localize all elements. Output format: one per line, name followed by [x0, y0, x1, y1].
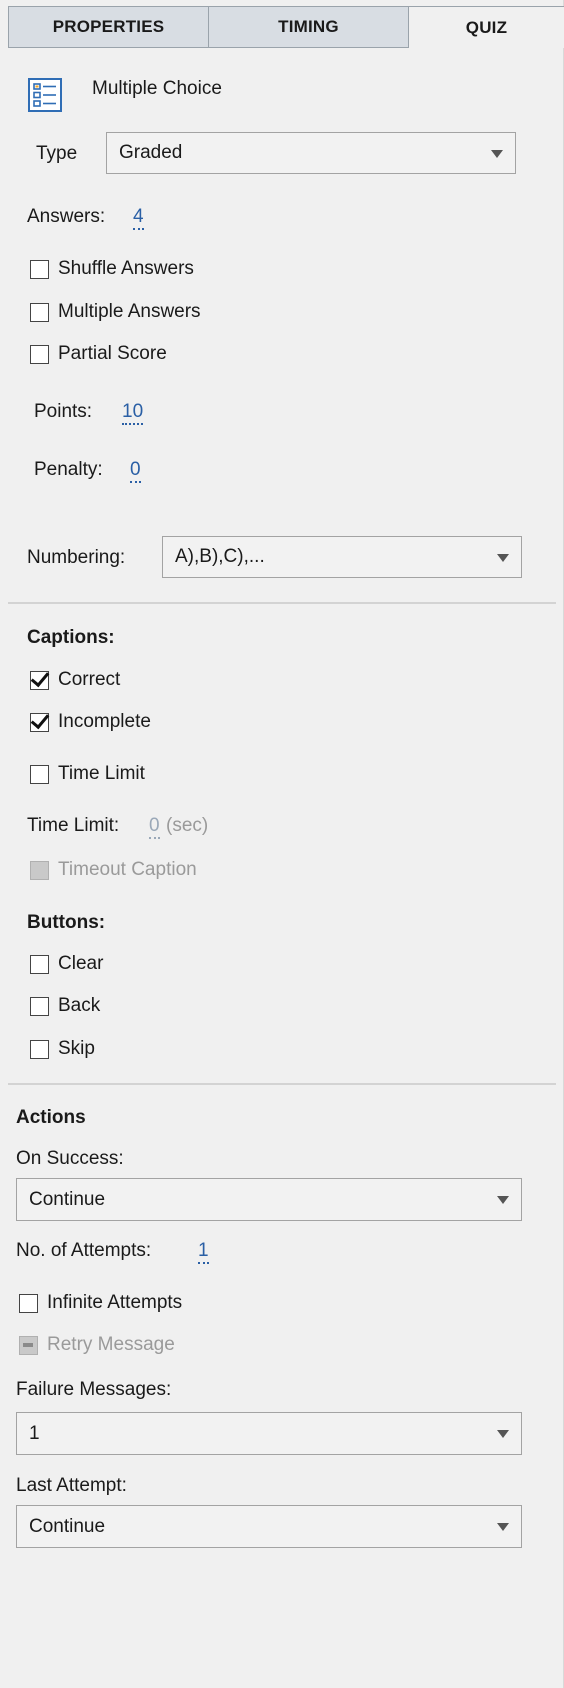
chevron-down-icon [491, 150, 503, 158]
time-limit-label: Time Limit: [27, 815, 120, 836]
time-limit-unit: (sec) [166, 815, 209, 836]
last-attempt-label: Last Attempt: [16, 1475, 127, 1496]
partial-score-checkbox[interactable] [30, 345, 49, 364]
chevron-down-icon [497, 554, 509, 562]
time-limit-checkbox[interactable] [30, 765, 49, 784]
buttons-heading: Buttons: [27, 912, 106, 933]
question-type-title: Multiple Choice [92, 78, 222, 99]
tab-bar: PROPERTIES TIMING QUIZ [8, 6, 564, 48]
multiple-choice-icon [28, 78, 62, 112]
time-limit-value[interactable]: 0 [149, 815, 160, 839]
section-divider [8, 1083, 556, 1085]
points-label: Points: [34, 401, 93, 422]
back-label: Back [58, 995, 101, 1016]
infinite-attempts-checkbox[interactable] [19, 1294, 38, 1313]
penalty-label: Penalty: [34, 459, 103, 480]
retry-message-checkbox [19, 1336, 38, 1355]
last-attempt-dropdown-value: Continue [29, 1515, 106, 1537]
numbering-label: Numbering: [27, 547, 126, 568]
chevron-down-icon [497, 1523, 509, 1531]
chevron-down-icon [497, 1196, 509, 1204]
tab-quiz[interactable]: QUIZ [408, 6, 564, 48]
time-limit-checkbox-label: Time Limit [58, 763, 145, 784]
failure-messages-dropdown[interactable]: 1 [16, 1412, 522, 1455]
attempts-label: No. of Attempts: [16, 1240, 152, 1261]
correct-label: Correct [58, 669, 121, 690]
type-dropdown[interactable]: Graded [106, 132, 516, 174]
skip-checkbox[interactable] [30, 1040, 49, 1059]
attempts-value[interactable]: 1 [198, 1240, 209, 1264]
type-label: Type [36, 143, 78, 164]
skip-label: Skip [58, 1038, 95, 1059]
penalty-value[interactable]: 0 [130, 459, 141, 483]
clear-label: Clear [58, 953, 104, 974]
timeout-caption-checkbox [30, 861, 49, 880]
numbering-dropdown[interactable]: A),B),C),... [162, 536, 522, 578]
multiple-answers-label: Multiple Answers [58, 301, 201, 322]
section-divider [8, 602, 556, 604]
partial-score-label: Partial Score [58, 343, 167, 364]
failure-messages-label: Failure Messages: [16, 1379, 172, 1400]
shuffle-answers-checkbox[interactable] [30, 260, 49, 279]
last-attempt-dropdown[interactable]: Continue [16, 1505, 522, 1548]
clear-checkbox[interactable] [30, 955, 49, 974]
answers-label: Answers: [27, 206, 106, 227]
retry-message-label: Retry Message [47, 1334, 175, 1355]
timeout-caption-label: Timeout Caption [58, 859, 197, 880]
actions-heading: Actions [16, 1107, 86, 1128]
infinite-attempts-label: Infinite Attempts [47, 1292, 183, 1313]
type-dropdown-value: Graded [119, 142, 183, 163]
chevron-down-icon [497, 1430, 509, 1438]
on-success-label: On Success: [16, 1148, 124, 1169]
tab-properties[interactable]: PROPERTIES [8, 6, 208, 48]
quiz-properties-panel: PROPERTIES TIMING QUIZ Multiple Choice T… [0, 0, 564, 1688]
multiple-answers-checkbox[interactable] [30, 303, 49, 322]
back-checkbox[interactable] [30, 997, 49, 1016]
shuffle-answers-label: Shuffle Answers [58, 258, 194, 279]
on-success-dropdown[interactable]: Continue [16, 1178, 522, 1221]
on-success-dropdown-value: Continue [29, 1188, 106, 1210]
tab-timing[interactable]: TIMING [208, 6, 408, 48]
numbering-dropdown-value: A),B),C),... [175, 546, 265, 567]
points-value[interactable]: 10 [122, 401, 144, 425]
correct-checkbox[interactable] [30, 671, 49, 690]
incomplete-label: Incomplete [58, 711, 151, 732]
failure-messages-dropdown-value: 1 [29, 1422, 40, 1444]
answers-value[interactable]: 4 [133, 206, 144, 230]
captions-heading: Captions: [27, 627, 115, 648]
incomplete-checkbox[interactable] [30, 713, 49, 732]
